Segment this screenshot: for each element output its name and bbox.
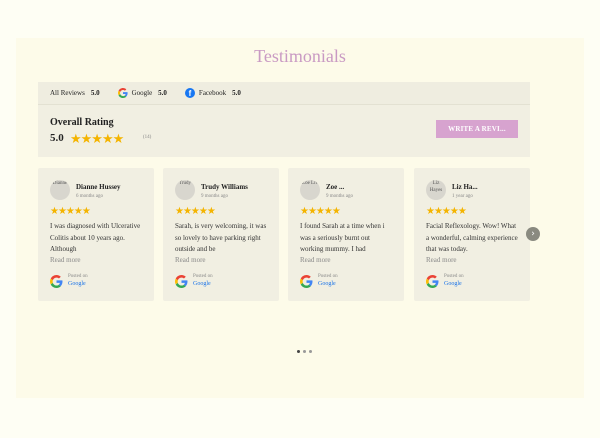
tab-score: 5.0: [158, 89, 167, 97]
google-icon: [426, 274, 439, 288]
tab-facebook[interactable]: f Facebook 5.0: [184, 88, 241, 98]
write-review-button[interactable]: WRITE A REVI...: [436, 120, 518, 138]
google-icon: [117, 88, 128, 98]
reviewer-name[interactable]: Dianne Hussey: [76, 183, 121, 191]
review-date: 9 months ago: [326, 194, 353, 199]
review-card: Trudy Trudy Williams 9 months ago ★★★★★ …: [163, 168, 279, 301]
posted-on[interactable]: Posted on Google: [426, 274, 464, 288]
google-icon: [175, 274, 188, 288]
carousel-pagination: [297, 350, 312, 353]
review-source[interactable]: Google: [318, 280, 338, 288]
avatar: Zoe Liv: [300, 180, 320, 200]
overall-star-rating: ★★★★★: [70, 131, 124, 146]
review-card: Zoe Liv Zoe ... 9 months ago ★★★★★ I fou…: [288, 168, 404, 301]
tab-label: Facebook: [198, 89, 227, 97]
review-date: 6 months ago: [76, 194, 103, 199]
review-date: 9 months ago: [201, 194, 228, 199]
review-card: Dianne Dianne Hussey 6 months ago ★★★★★ …: [38, 168, 154, 301]
reviewer-name[interactable]: Trudy Williams: [201, 183, 248, 191]
reviewer-name[interactable]: Zoe ...: [326, 183, 344, 191]
review-date: 1 year ago: [452, 194, 473, 199]
star-rating: ★★★★★: [175, 206, 216, 217]
posted-on[interactable]: Posted on Google: [175, 274, 213, 288]
tab-score: 5.0: [232, 89, 241, 97]
read-more-link[interactable]: Read more: [300, 256, 331, 264]
posted-on[interactable]: Posted on Google: [50, 274, 88, 288]
review-text: Sarah, is very welcoming, it was so love…: [175, 222, 267, 253]
pagination-dot[interactable]: [303, 350, 306, 353]
review-card: Liz Hayes Liz Ha... 1 year ago ★★★★★ Fac…: [414, 168, 530, 301]
facebook-icon: f: [184, 88, 195, 98]
review-carousel: Dianne Dianne Hussey 6 months ago ★★★★★ …: [38, 168, 548, 301]
avatar: Trudy: [175, 180, 195, 200]
tab-label: Google: [131, 89, 153, 97]
section-title: Testimonials: [254, 46, 346, 66]
read-more-link[interactable]: Read more: [426, 256, 457, 264]
avatar: Liz Hayes: [426, 180, 446, 200]
overall-rating-label: Overall Rating: [50, 117, 114, 128]
tab-score: 5.0: [90, 89, 100, 97]
review-source[interactable]: Google: [193, 280, 213, 288]
review-text: Facial Reflexology. Wow! What a wonderfu…: [426, 222, 518, 253]
google-icon: [50, 274, 63, 288]
read-more-link[interactable]: Read more: [175, 256, 206, 264]
reviewer-name[interactable]: Liz Ha...: [452, 183, 478, 191]
star-rating: ★★★★★: [426, 206, 467, 217]
review-source-tabs: All Reviews 5.0 Google 5.0 f Facebook 5.…: [38, 82, 530, 105]
overall-rating-score: 5.0: [50, 132, 64, 144]
review-source[interactable]: Google: [444, 280, 464, 288]
star-rating: ★★★★★: [50, 206, 91, 217]
tab-label: All Reviews: [50, 89, 85, 97]
review-text: I was diagnosed with Ulcerative Colitis …: [50, 222, 141, 253]
pagination-dot[interactable]: [297, 350, 300, 353]
chevron-right-icon: ›: [531, 229, 535, 239]
pagination-dot[interactable]: [309, 350, 312, 353]
carousel-next-button[interactable]: ›: [526, 227, 540, 241]
read-more-link[interactable]: Read more: [50, 256, 81, 264]
review-text: I found Sarah at a time when i was a ser…: [300, 222, 385, 253]
star-rating: ★★★★★: [300, 206, 341, 217]
avatar: Dianne: [50, 180, 70, 200]
tab-google[interactable]: Google 5.0: [117, 88, 167, 98]
overall-rating-box: Overall Rating 5.0 ★★★★★ (14) WRITE A RE…: [38, 105, 530, 157]
posted-on[interactable]: Posted on Google: [300, 274, 338, 288]
review-source[interactable]: Google: [68, 280, 88, 288]
google-icon: [300, 274, 313, 288]
tab-all-reviews[interactable]: All Reviews 5.0: [50, 89, 100, 97]
review-count: (14): [143, 135, 152, 140]
